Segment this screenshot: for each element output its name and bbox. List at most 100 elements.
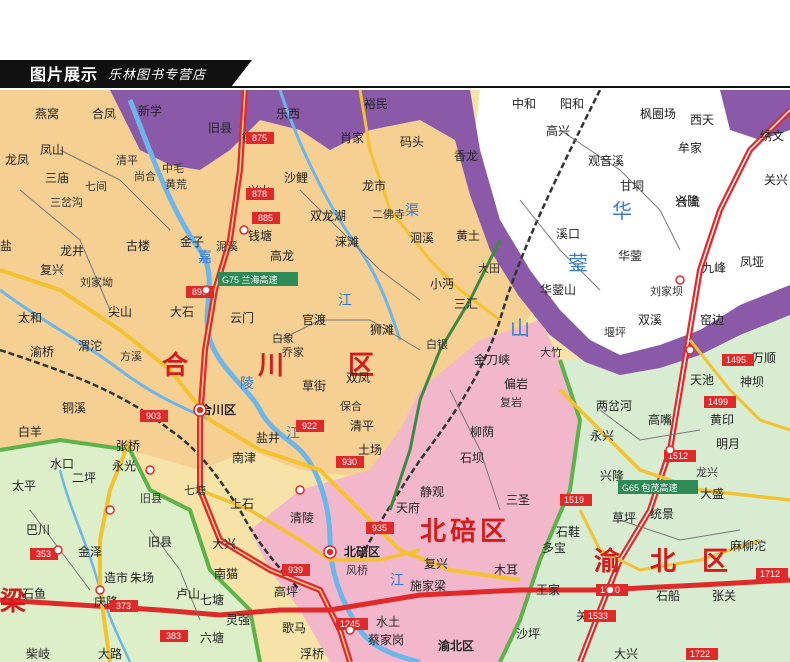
badge-878: 878	[252, 189, 267, 199]
place-fengliuchang: 枫圈场	[640, 106, 676, 121]
place-yan: 盐	[0, 239, 12, 253]
place-yumin: 裕民	[364, 96, 388, 111]
place-qiaojiaying: 乔家	[282, 345, 304, 359]
place-caijiagang: 蔡家岗	[368, 632, 404, 647]
place-baixiang: 白象	[272, 331, 294, 345]
place-jiuxian2: 旧县	[140, 492, 162, 505]
place-beibeiqu: 北碚区	[344, 544, 380, 559]
place-lexiang: 乐西	[276, 107, 300, 121]
place-qingpin: 清平	[116, 154, 138, 167]
place-jiuxian3: 旧县	[148, 535, 172, 549]
place-liutang: 六塘	[200, 630, 224, 645]
place-xianglong: 香龙	[454, 149, 478, 163]
place-fuyan: 复岩	[500, 395, 522, 409]
water-qu: 渠	[405, 202, 419, 218]
place-shui: 水土	[376, 615, 400, 629]
badge-373: 373	[116, 601, 131, 611]
badge-1712: 1712	[760, 569, 780, 579]
place-jianshan: 尖山	[108, 305, 132, 319]
g75-badge-text: G75 兰海高速	[222, 274, 278, 285]
place-muer: 木耳	[494, 563, 518, 577]
place-caoping: 草坪	[612, 511, 636, 525]
water-ling: 陵	[240, 375, 254, 391]
map-svg[interactable]: 合 川 区 北碚区 渝 北 区 梁 华 蓥 山 嘉 陵 江 渠 江 江 燕窝 合…	[0, 90, 790, 662]
place-jiuxian: 旧县	[208, 121, 232, 135]
g65-badge-text: G65 包茂高速	[622, 482, 678, 493]
header-title: 图片展示	[30, 67, 99, 84]
place-jiufeng: 九峰	[702, 261, 726, 275]
place-zhangguan: 张关	[712, 589, 736, 603]
place-moujia: 牟家	[678, 140, 702, 155]
place-baiyin: 白银	[426, 337, 448, 351]
place-nijiangqiao: 泥溪	[216, 240, 238, 253]
place-gulou: 古楼	[126, 238, 150, 253]
place-fengyan: 凤垭	[740, 255, 764, 269]
place-yinshan: 堰坪	[604, 326, 626, 339]
place-yanwo: 燕窝	[35, 106, 59, 121]
place-lingqiang: 灵强	[226, 613, 250, 627]
place-longshi: 龙市	[362, 178, 386, 193]
place-mabiao: 麻柳沱	[730, 538, 766, 553]
place-dongfeng: 大兴	[212, 537, 236, 551]
place-sanmiao: 三庙	[45, 171, 69, 185]
place-fuqiao: 浮桥	[300, 647, 324, 661]
place-dashi: 大石	[170, 305, 194, 319]
place-shanghe: 尚合	[134, 169, 156, 183]
place-baolong: 保合	[340, 399, 362, 413]
header-subtitle: 乐林图书专营店	[108, 66, 207, 82]
page-header: 图片展示 乐林图书专营店	[0, 0, 790, 88]
place-yunmen: 云门	[230, 310, 254, 325]
place-qitang: 七塘	[184, 483, 206, 497]
place-shijiali: 施家梁	[410, 578, 446, 593]
map-container[interactable]: 合 川 区 北碚区 渝 北 区 梁 华 蓥 山 嘉 陵 江 渠 江 江 燕窝 合…	[0, 90, 790, 662]
place-shiwei: 狮滩	[370, 323, 394, 337]
place-matou: 码头	[400, 135, 424, 149]
place-erping: 二坪	[72, 471, 96, 485]
place-xitian: 西天	[690, 113, 714, 127]
badge-1495: 1495	[726, 355, 746, 365]
place-jinzi: 金子	[180, 234, 204, 249]
place-dalu: 大路	[98, 646, 122, 661]
place-gaolong: 高龙	[270, 248, 294, 263]
place-fangshui: 方溪	[120, 349, 142, 363]
district-label-beibei: 北碚区	[420, 516, 510, 546]
badge-1519: 1519	[564, 495, 584, 505]
badge-930: 930	[342, 457, 357, 467]
place-yubeiqu: 渝北区	[438, 638, 474, 653]
terrain-shan: 山	[510, 317, 536, 340]
place-qingping: 清平	[350, 419, 374, 433]
place-yongxing: 永兴	[590, 429, 614, 443]
water-jia: 嘉	[198, 249, 212, 265]
place-xiuwen: 绣文	[760, 128, 784, 143]
place-liujiaoao: 刘家坳	[80, 275, 113, 289]
place-shuangxi: 双溪	[638, 313, 662, 327]
place-tongxi: 铜溪	[62, 400, 86, 415]
place-lutan: 涞滩	[335, 235, 359, 249]
place-jinze: 金泽	[78, 544, 102, 559]
place-qiantong: 钱塘	[248, 228, 272, 243]
place-xiaohe: 小沔	[430, 277, 454, 291]
place-shangshi: 上石	[230, 497, 254, 511]
place-yuqiao: 渝桥	[30, 344, 54, 359]
badge-922: 922	[302, 421, 317, 431]
place-sanhui: 三汇	[454, 297, 478, 311]
place-guanxin: 关兴	[764, 173, 788, 187]
header-tab: 图片展示 乐林图书专营店	[0, 60, 252, 86]
place-qingliang: 清陵	[290, 511, 314, 525]
place-sansheng: 三圣	[506, 493, 530, 507]
place-zhongmi: 中毛	[162, 162, 184, 175]
water-jiang: 江	[338, 292, 352, 308]
place-sangougou: 三岔沟	[50, 196, 83, 209]
place-longfeng: 龙凤	[5, 153, 29, 167]
place-taiping: 太平	[12, 478, 36, 493]
place-dazhu: 大竹	[540, 345, 562, 359]
place-shuanglonghu: 双龙湖	[310, 208, 346, 223]
badge-935: 935	[372, 523, 387, 533]
place-shiyu: 石鱼	[22, 587, 46, 601]
place-lushan: 卢山	[176, 586, 200, 601]
place-nanmao: 南猫	[214, 566, 238, 581]
place-guandu: 官渡	[302, 312, 326, 327]
place-yanghe: 阳和	[560, 97, 584, 111]
place-sunxi: 洄溪	[410, 231, 434, 245]
place-gaoxing: 高兴	[546, 123, 570, 138]
